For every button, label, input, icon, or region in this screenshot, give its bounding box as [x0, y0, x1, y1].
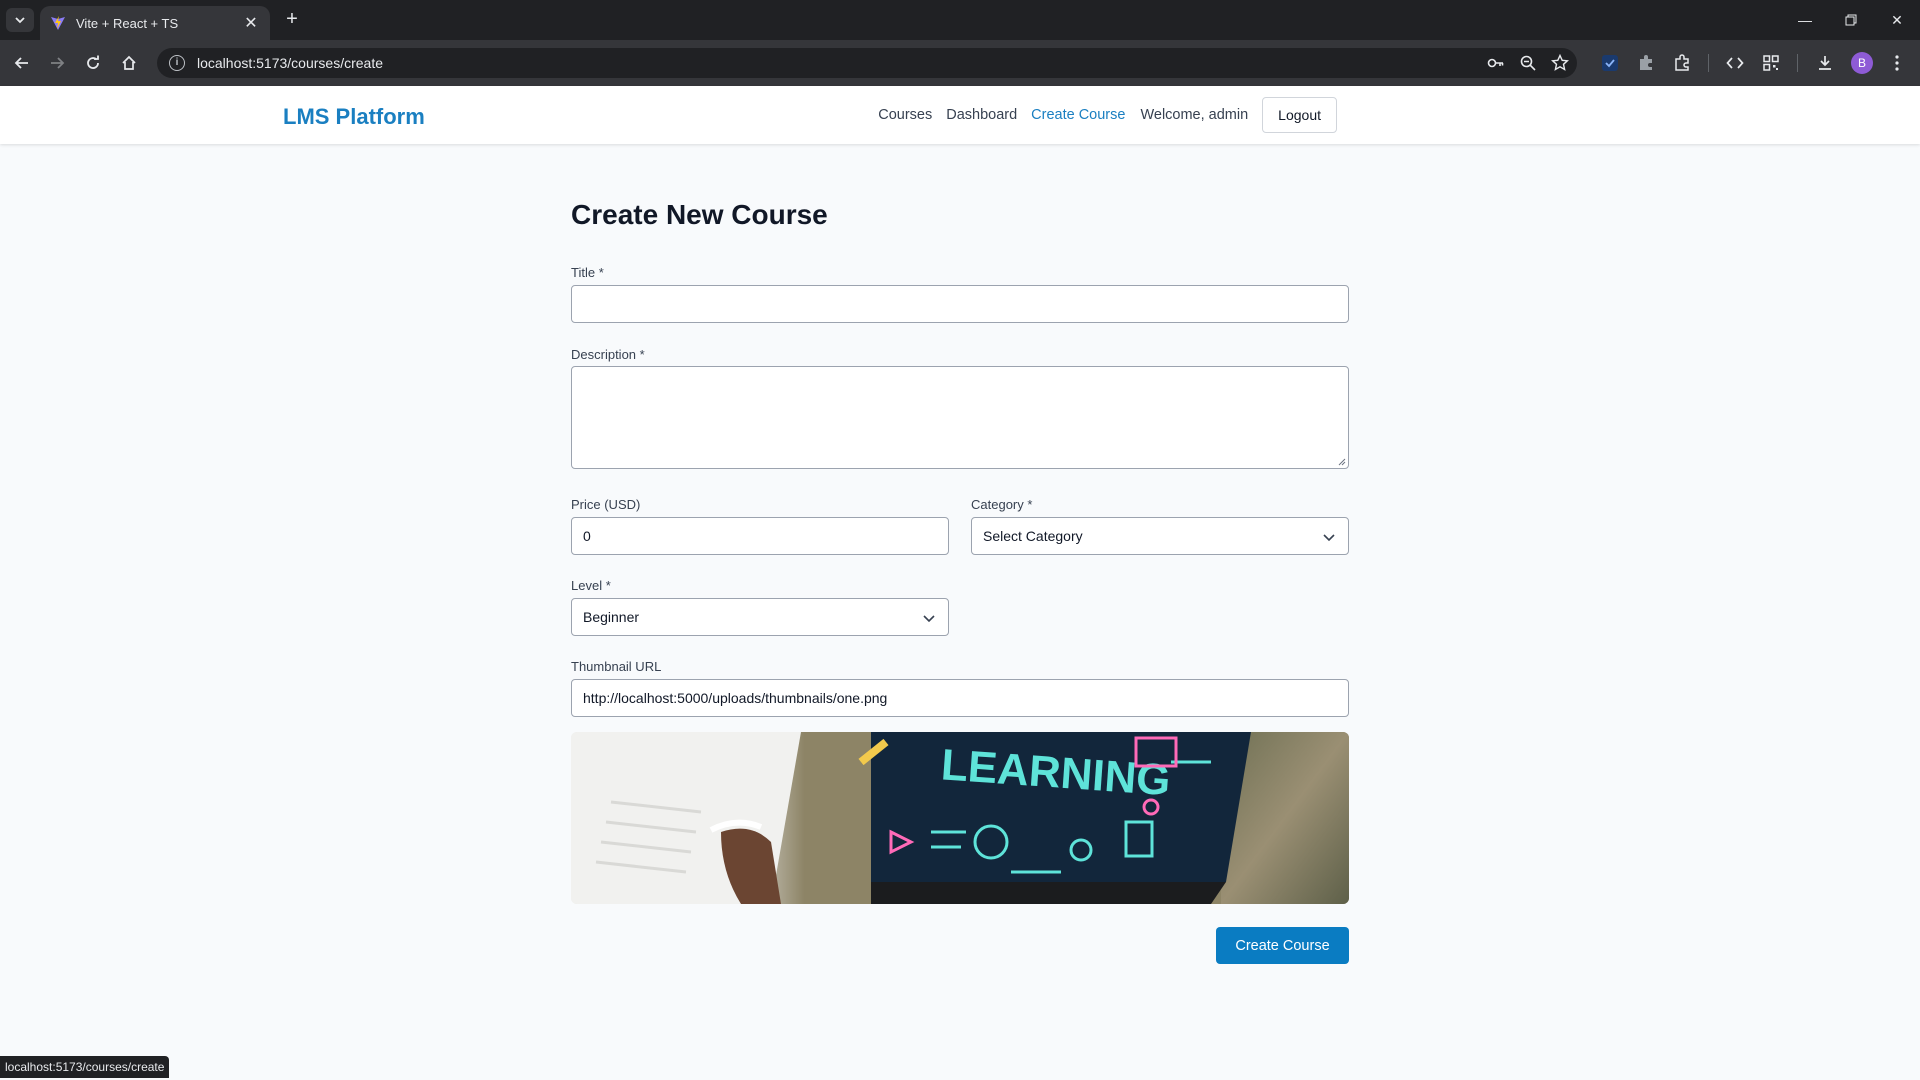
level-label: Level * [571, 578, 611, 593]
category-select-value: Select Category [983, 528, 1083, 544]
arrow-left-icon [14, 57, 28, 69]
level-select[interactable]: Beginner [571, 598, 949, 636]
download-icon[interactable] [1812, 50, 1838, 76]
app-header: LMS Platform Courses Dashboard Create Co… [0, 86, 1920, 144]
close-window-button[interactable]: ✕ [1874, 0, 1920, 40]
status-bar-url: localhost:5173/courses/create [0, 1056, 170, 1078]
chevron-down-icon [1323, 534, 1335, 542]
browser-tab[interactable]: Vite + React + TS ✕ [40, 6, 270, 40]
tab-title: Vite + React + TS [76, 15, 179, 31]
toolbar-separator [1797, 54, 1798, 72]
description-textarea[interactable] [571, 366, 1349, 469]
welcome-text: Welcome, admin [1140, 107, 1249, 123]
extension-puzzle-gray-icon[interactable] [1633, 50, 1659, 76]
brand-logo[interactable]: LMS Platform [283, 104, 425, 130]
price-input[interactable]: 0 [571, 517, 949, 555]
address-url: localhost:5173/courses/create [197, 55, 383, 71]
home-button[interactable] [115, 49, 143, 77]
category-label: Category * [971, 497, 1033, 512]
category-select[interactable]: Select Category [971, 517, 1349, 555]
thumbnail-url-label: Thumbnail URL [571, 659, 662, 674]
chevron-down-icon [15, 17, 25, 24]
address-bar[interactable]: i localhost:5173/courses/create [157, 48, 1577, 78]
nav-dashboard[interactable]: Dashboard [946, 107, 1017, 123]
qr-code-icon[interactable] [1758, 50, 1784, 76]
password-key-icon[interactable] [1485, 52, 1507, 74]
chevron-down-icon [923, 615, 935, 623]
main-nav: Courses Dashboard Create Course Welcome,… [864, 97, 1337, 133]
page-title: Create New Course [571, 199, 828, 230]
resize-handle-icon[interactable] [1338, 458, 1346, 466]
forward-button[interactable] [43, 49, 71, 77]
create-course-button[interactable]: Create Course [1216, 927, 1349, 964]
arrow-right-icon [51, 57, 65, 69]
back-button[interactable] [8, 49, 36, 77]
tab-search-button[interactable] [6, 8, 34, 32]
description-label: Description * [571, 347, 645, 362]
logout-button[interactable]: Logout [1262, 97, 1337, 133]
restore-button[interactable] [1828, 0, 1874, 40]
bookmark-star-icon[interactable] [1549, 52, 1571, 74]
nav-create-course[interactable]: Create Course [1031, 107, 1125, 123]
title-input[interactable] [571, 285, 1349, 323]
reload-icon [87, 55, 99, 69]
devtools-code-icon[interactable] [1722, 50, 1748, 76]
browser-tab-bar: Vite + React + TS ✕ + — ✕ [0, 0, 1920, 40]
reload-button[interactable] [79, 49, 107, 77]
price-label: Price (USD) [571, 497, 641, 512]
restore-icon [1845, 14, 1857, 26]
nav-courses[interactable]: Courses [878, 107, 932, 123]
home-icon [122, 55, 136, 70]
learning-laptop-image: LEARNING [571, 732, 1349, 904]
site-info-icon[interactable]: i [169, 55, 185, 71]
extension-check-icon[interactable] [1597, 50, 1623, 76]
browser-menu-icon[interactable] [1884, 50, 1910, 76]
minimize-button[interactable]: — [1782, 0, 1828, 40]
profile-avatar[interactable]: B [1851, 52, 1873, 74]
zoom-icon[interactable] [1517, 52, 1539, 74]
thumbnail-url-input[interactable]: http://localhost:5000/uploads/thumbnails… [571, 679, 1349, 717]
toolbar-separator [1708, 54, 1709, 72]
title-label: Title * [571, 265, 604, 280]
thumbnail-preview: LEARNING [571, 732, 1349, 904]
vite-logo-icon [51, 16, 65, 30]
extensions-icon[interactable] [1669, 50, 1695, 76]
new-tab-button[interactable]: + [280, 8, 304, 32]
tab-close-icon[interactable]: ✕ [242, 13, 260, 33]
level-select-value: Beginner [583, 609, 640, 625]
